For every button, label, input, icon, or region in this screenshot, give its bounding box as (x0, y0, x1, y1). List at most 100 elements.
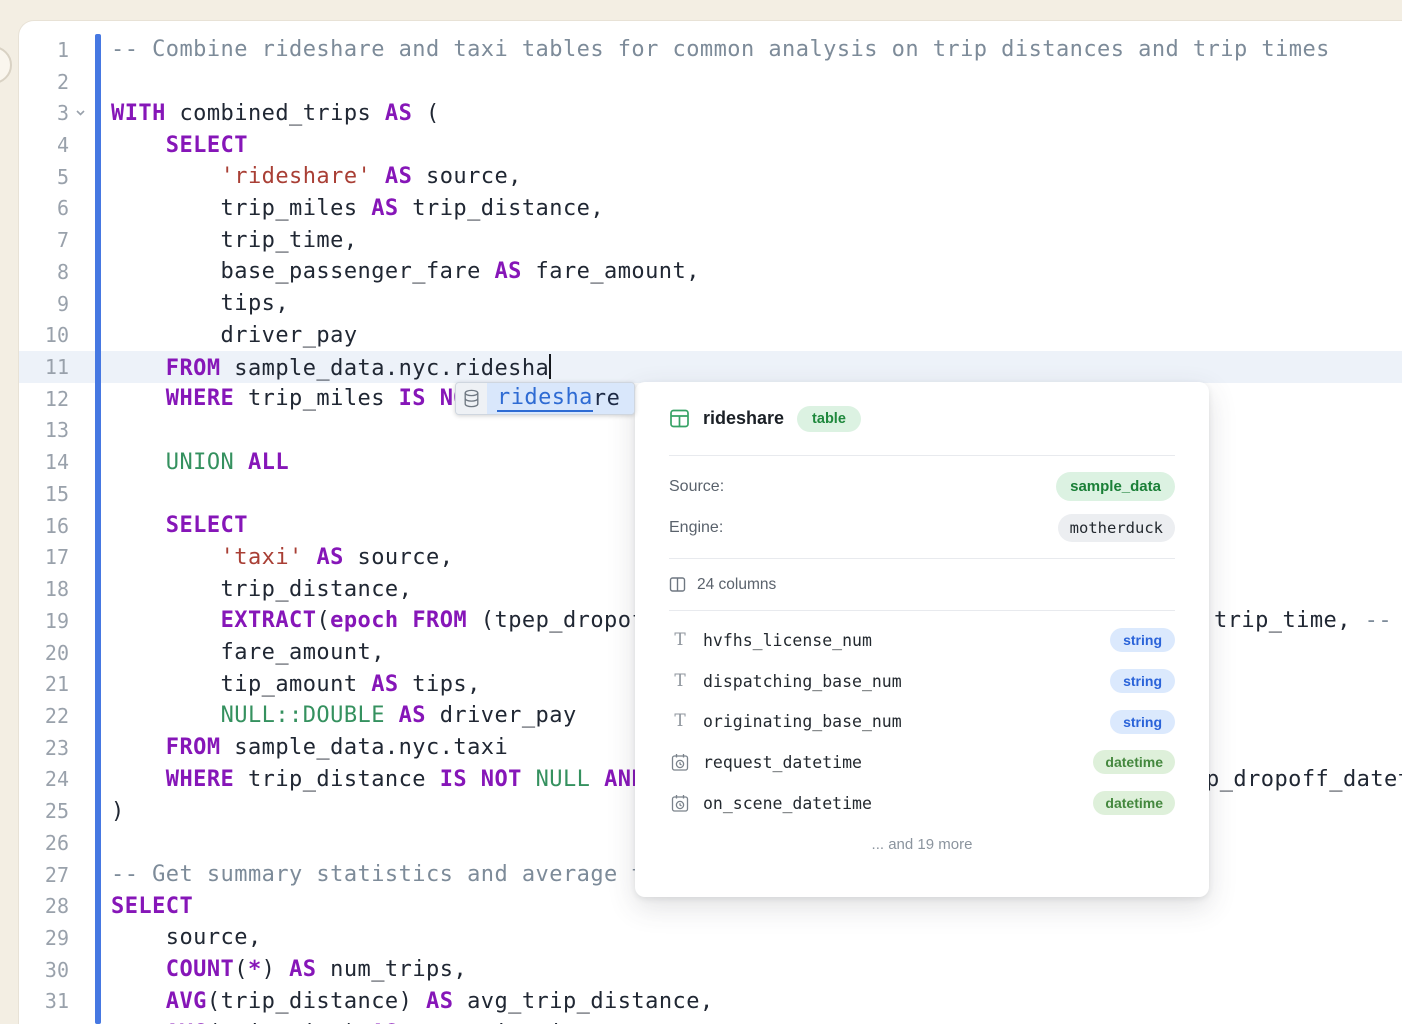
token-kw: WITH (111, 101, 166, 126)
line-number: 24 (19, 767, 69, 791)
token-id: source, (344, 545, 454, 570)
line-number: 29 (19, 926, 69, 950)
token-kw: AS (371, 672, 398, 697)
token-grn: NULL (536, 767, 591, 792)
database-icon (456, 383, 487, 414)
code-text: driver_pay (111, 323, 358, 348)
autocomplete-rest-text: re (593, 386, 620, 411)
code-line-3[interactable]: 3WITH combined_trips AS ( (19, 97, 1402, 129)
engine-value-badge: motherduck (1058, 514, 1175, 542)
column-name: hvfhs_license_num (703, 631, 872, 650)
token-kw: AS (289, 957, 316, 982)
table-info-header: rideshare table (669, 382, 1175, 456)
code-text: tip_amount AS tips, (111, 672, 481, 697)
fold-chevron-icon[interactable] (74, 107, 87, 120)
token-id (303, 545, 317, 570)
calendar-clock-icon (669, 794, 691, 813)
token-kw: AS (385, 164, 412, 189)
token-id (111, 703, 221, 728)
code-text: NULL::DOUBLE AS driver_pay (111, 703, 577, 728)
line-number: 11 (19, 355, 69, 379)
token-id: num_trips, (316, 957, 467, 982)
token-id (111, 133, 166, 158)
line-number: 20 (19, 641, 69, 665)
token-kw: epoch (330, 608, 398, 633)
code-line-2[interactable]: 2 (19, 66, 1402, 98)
code-text: AVG(trip_time) AS avg_trip_time (111, 1021, 590, 1024)
code-line-7[interactable]: 7 trip_time, (19, 224, 1402, 256)
code-line-5[interactable]: 5 'rideshare' AS source, (19, 161, 1402, 193)
code-line-4[interactable]: 4 SELECT (19, 129, 1402, 161)
code-line-31[interactable]: 31 AVG(trip_distance) AS avg_trip_distan… (19, 986, 1402, 1018)
table-info-meta: Source: sample_data Engine: motherduck (669, 456, 1175, 559)
token-id (590, 767, 604, 792)
column-name: originating_base_num (703, 712, 902, 731)
autocomplete-popup[interactable]: rideshare (455, 382, 635, 415)
token-id: (trip_time) (207, 1021, 371, 1024)
token-kw: EXTRACT (221, 608, 317, 633)
table-icon (669, 408, 690, 429)
code-line-10[interactable]: 10 driver_pay (19, 319, 1402, 351)
code-line-11[interactable]: 11 FROM sample_data.nyc.ridesha (19, 351, 1402, 383)
line-number: 16 (19, 514, 69, 538)
column-type-badge: string (1110, 628, 1175, 652)
autocomplete-item-rideshare[interactable]: rideshare (487, 383, 634, 414)
token-kw: AS (426, 989, 453, 1014)
code-text-continuation: trip_time, -- (1214, 605, 1392, 637)
sidebar-toggle-button[interactable] (0, 46, 12, 84)
code-text: tips, (111, 291, 289, 316)
token-id: (trip_distance) (207, 989, 426, 1014)
code-line-1[interactable]: 1 -- Combine rideshare and taxi tables fo… (19, 34, 1402, 66)
token-id (111, 767, 166, 792)
token-kw: AVG (166, 989, 207, 1014)
text-type-icon: T (669, 632, 691, 649)
line-number: 7 (19, 228, 69, 252)
code-text: trip_time, (111, 228, 358, 253)
code-text: 'taxi' AS source, (111, 545, 453, 570)
token-id: avg_trip_distance, (453, 989, 713, 1014)
token-id (111, 513, 166, 538)
line-number: 12 (19, 387, 69, 411)
token-id: ( (412, 101, 439, 126)
token-id (111, 386, 166, 411)
code-line-29[interactable]: 29 source, (19, 922, 1402, 954)
code-line-9[interactable]: 9 tips, (19, 288, 1402, 320)
token-id: tips, (399, 672, 481, 697)
column-name: dispatching_base_num (703, 672, 902, 691)
app-background: 1 -- Combine rideshare and taxi tables fo… (0, 0, 1402, 1024)
table-name: rideshare (703, 408, 784, 429)
code-text: source, (111, 925, 262, 950)
token-id: driver_pay (426, 703, 577, 728)
code-text: -- Combine rideshare and taxi tables for… (111, 37, 1330, 62)
token-str: 'taxi' (221, 545, 303, 570)
token-kw: FROM (166, 356, 221, 381)
column-name: on_scene_datetime (703, 794, 872, 813)
line-number: 17 (19, 545, 69, 569)
token-kw: AS (385, 101, 412, 126)
code-line-32[interactable]: 32 AVG(trip_time) AS avg_trip_time (19, 1017, 1402, 1024)
token-id (111, 608, 221, 633)
token-id: source, (412, 164, 522, 189)
token-id: ) (111, 799, 125, 824)
line-number: 3 (19, 101, 69, 125)
token-id: trip_distance, (111, 577, 412, 602)
column-row: Tdispatching_base_numstring (669, 661, 1175, 702)
code-text: FROM sample_data.nyc.ridesha (111, 354, 551, 381)
code-line-30[interactable]: 30 COUNT(*) AS num_trips, (19, 954, 1402, 986)
line-number: 23 (19, 736, 69, 760)
token-id: p_dropoff_datet (1206, 767, 1402, 792)
line-number: 1 (19, 38, 69, 62)
token-grn: NULL::DOUBLE (221, 703, 385, 728)
column-row: Thvfhs_license_num string (669, 620, 1175, 661)
code-line-6[interactable]: 6 trip_miles AS trip_distance, (19, 193, 1402, 225)
token-kw: SELECT (166, 133, 248, 158)
token-id (111, 545, 221, 570)
code-text: fare_amount, (111, 640, 385, 665)
line-number: 9 (19, 292, 69, 316)
token-id (111, 957, 166, 982)
token-kw: AS (371, 1021, 398, 1024)
line-number: 8 (19, 260, 69, 284)
token-id: ( (316, 608, 330, 633)
code-line-8[interactable]: 8 base_passenger_fare AS fare_amount, (19, 256, 1402, 288)
token-com: -- (1365, 608, 1392, 633)
